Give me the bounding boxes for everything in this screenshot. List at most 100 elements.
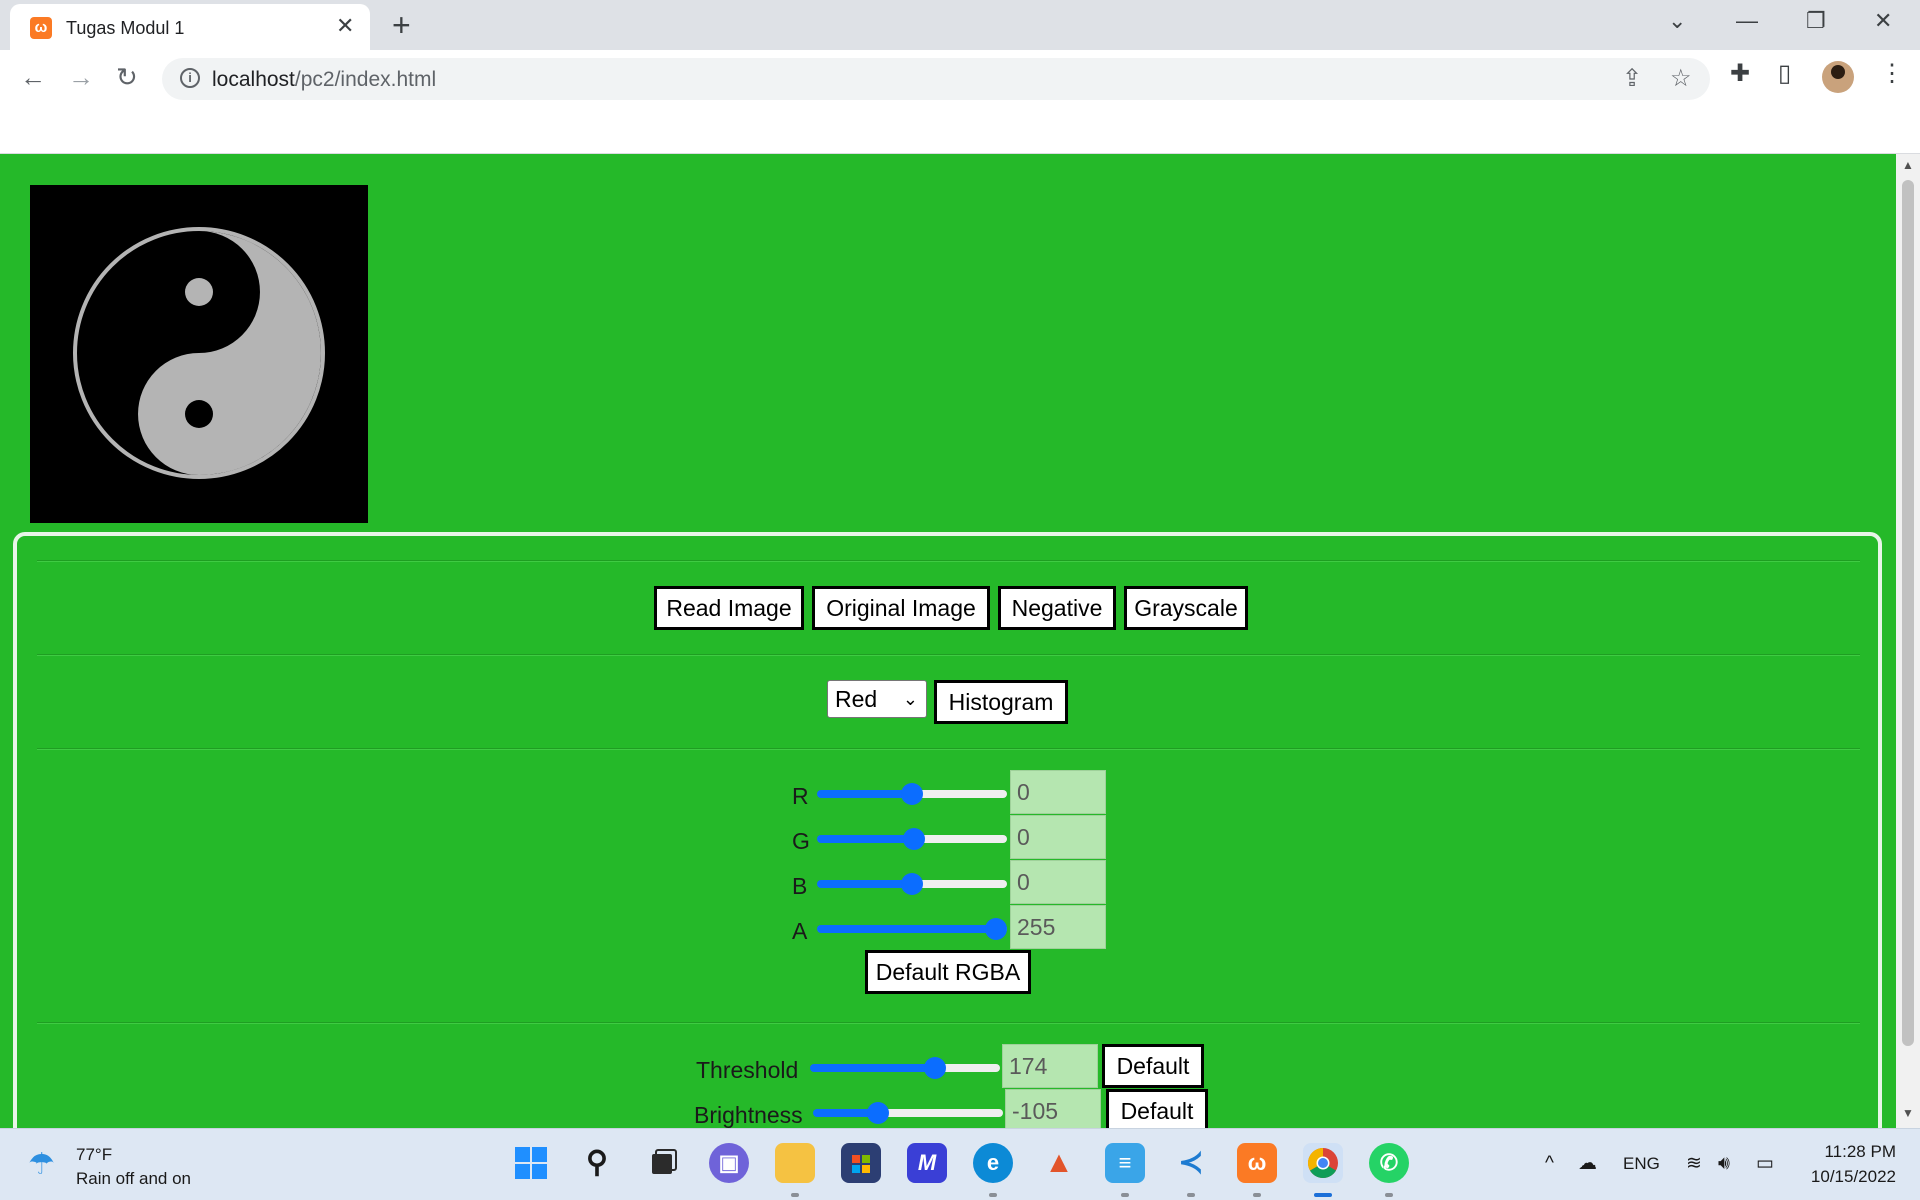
a-value-field[interactable]: 255 (1010, 905, 1106, 949)
tray-chevron-icon[interactable]: ^ (1545, 1151, 1554, 1177)
brightness-label: Brightness (694, 1102, 803, 1128)
slider-thumb[interactable] (901, 783, 923, 805)
slider-thumb[interactable] (924, 1057, 947, 1079)
read-image-button[interactable]: Read Image (654, 586, 804, 630)
threshold-default-button[interactable]: Default (1102, 1044, 1204, 1088)
brightness-slider[interactable] (813, 1099, 1003, 1127)
b-value-field[interactable]: 0 (1010, 860, 1106, 904)
r-slider[interactable] (817, 780, 1007, 808)
divider (37, 748, 1860, 750)
original-image-button[interactable]: Original Image (812, 586, 990, 630)
onedrive-icon[interactable]: ☁ (1578, 1151, 1597, 1177)
divider (37, 560, 1860, 562)
vscode-icon[interactable]: ≺ (1171, 1143, 1211, 1197)
url-text[interactable]: localhost/pc2/index.html (212, 68, 436, 92)
a-label: A (792, 918, 808, 944)
store-icon[interactable] (841, 1143, 881, 1183)
extensions-icon[interactable]: ✚ (1730, 60, 1750, 88)
page-scrollbar[interactable]: ▲ ▼ (1896, 154, 1920, 1128)
g-slider[interactable] (817, 825, 1007, 853)
edge-icon[interactable]: e (973, 1143, 1013, 1197)
scrollbar-thumb[interactable] (1902, 180, 1914, 1046)
share-icon[interactable]: ⇪ (1622, 66, 1642, 92)
bookmarks-bar-area (0, 106, 1920, 154)
tab-title: Tugas Modul 1 (66, 18, 185, 38)
browser-toolbar: ← → ↻ i localhost/pc2/index.html ⇪ ☆ ✚ ▯… (0, 50, 1920, 106)
profile-avatar[interactable] (1822, 61, 1854, 93)
mathcad-icon[interactable]: M (907, 1143, 947, 1183)
weather-condition: Rain off and on (76, 1169, 191, 1188)
g-label: G (792, 828, 810, 854)
slider-thumb[interactable] (985, 918, 1007, 940)
side-panel-icon[interactable]: ▯ (1778, 60, 1791, 88)
wifi-icon[interactable]: ≋ (1686, 1151, 1702, 1177)
r-value-field[interactable]: 0 (1010, 770, 1106, 814)
teams-chat-icon[interactable]: ▣ (709, 1143, 749, 1183)
star-icon[interactable]: ☆ (1670, 66, 1692, 92)
restore-icon[interactable]: ❐ (1806, 8, 1826, 34)
minimize-icon[interactable]: — (1736, 8, 1758, 34)
file-explorer-icon[interactable] (775, 1143, 815, 1197)
clock-time: 11:28 PM (1824, 1142, 1896, 1161)
threshold-slider[interactable] (810, 1054, 1000, 1082)
yin-yang-image (30, 185, 368, 523)
b-label: B (792, 873, 808, 899)
volume-icon[interactable]: 🔊︎ (1718, 1151, 1730, 1177)
menu-icon[interactable]: ⋮ (1880, 60, 1904, 88)
slider-thumb[interactable] (902, 828, 925, 850)
a-slider[interactable] (817, 915, 1007, 943)
close-tab-icon[interactable]: ✕ (336, 15, 354, 37)
slider-thumb[interactable] (901, 873, 923, 895)
image-canvas (30, 185, 368, 523)
slider-track-filled (817, 790, 912, 798)
reload-icon[interactable]: ↻ (116, 62, 138, 92)
negative-button[interactable]: Negative (998, 586, 1116, 630)
weather-temp: 77°F (76, 1145, 113, 1164)
histogram-button[interactable]: Histogram (934, 680, 1068, 724)
slider-track-filled (817, 880, 912, 888)
slider-track-filled (817, 925, 996, 933)
start-icon[interactable] (511, 1143, 551, 1183)
tab-search-icon[interactable]: ⌄ (1668, 8, 1686, 34)
matlab-icon[interactable]: ▲ (1039, 1143, 1079, 1183)
scroll-up-icon[interactable]: ▲ (1902, 158, 1914, 172)
clock-date: 10/15/2022 (1810, 1167, 1896, 1186)
language-indicator[interactable]: ENG (1623, 1151, 1660, 1177)
back-icon[interactable]: ← (20, 62, 46, 92)
new-tab-button[interactable]: + (392, 8, 411, 42)
grayscale-button[interactable]: Grayscale (1124, 586, 1248, 630)
search-icon[interactable]: ⚲ (577, 1143, 617, 1183)
xampp-icon[interactable]: ω (1237, 1143, 1277, 1197)
r-label: R (792, 783, 809, 809)
browser-tab[interactable]: ω Tugas Modul 1 ✕ (10, 4, 370, 50)
slider-track-filled (817, 835, 914, 843)
default-rgba-button[interactable]: Default RGBA (865, 950, 1031, 994)
umbrella-rain-icon: ☂ (28, 1148, 55, 1181)
task-view-icon[interactable] (643, 1143, 683, 1183)
threshold-value-field[interactable]: 174 (1002, 1044, 1098, 1088)
slider-thumb[interactable] (866, 1102, 889, 1124)
g-value-field[interactable]: 0 (1010, 815, 1106, 859)
scroll-down-icon[interactable]: ▼ (1902, 1106, 1914, 1120)
tab-strip: ω Tugas Modul 1 ✕ + ⌄ — ❐ ✕ (0, 0, 1920, 50)
divider (37, 1022, 1860, 1024)
channel-select[interactable]: Red ⌄ (827, 680, 927, 718)
slider-track (912, 790, 1007, 798)
chrome-icon[interactable] (1303, 1143, 1343, 1197)
slider-track (877, 1109, 1003, 1117)
chevron-down-icon: ⌄ (902, 689, 918, 709)
divider (37, 654, 1860, 656)
whatsapp-icon[interactable]: ✆ (1369, 1143, 1409, 1197)
page-content: Read Image Original Image Negative Grays… (0, 154, 1896, 1128)
brightness-default-button[interactable]: Default (1106, 1089, 1208, 1128)
b-slider[interactable] (817, 870, 1007, 898)
slider-track-filled (810, 1064, 936, 1072)
brightness-value-field[interactable]: -105 (1005, 1089, 1101, 1128)
info-icon[interactable]: i (180, 68, 200, 88)
battery-icon[interactable]: ▭ (1756, 1151, 1774, 1177)
forward-icon[interactable]: → (68, 62, 94, 92)
address-bar[interactable]: i localhost/pc2/index.html ⇪ ☆ (162, 58, 1710, 100)
notepad-icon[interactable]: ≡ (1105, 1143, 1145, 1197)
window-close-icon[interactable]: ✕ (1874, 8, 1892, 34)
slider-track (913, 835, 1007, 843)
